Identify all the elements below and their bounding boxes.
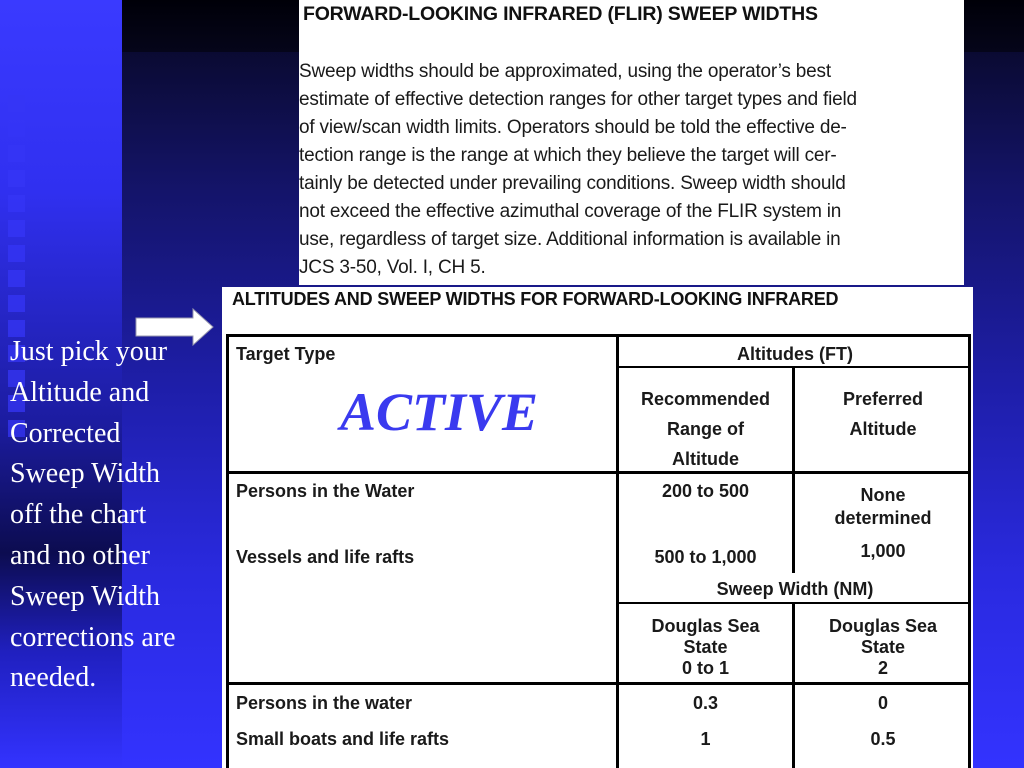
caption-line: Altitude and bbox=[10, 376, 150, 408]
caption-line: Sweep Width bbox=[10, 580, 161, 612]
slide-caption: Just pick your Altitude and Corrected Sw… bbox=[10, 332, 222, 699]
table-row-target: Small boats and life rafts bbox=[236, 729, 450, 749]
flir-body-line: estimate of effective detection ranges f… bbox=[299, 89, 857, 110]
flir-body-line: tection range is the range at which they… bbox=[299, 145, 837, 166]
caption-line: Corrected bbox=[10, 417, 121, 449]
sweep-width-header: Sweep Width (NM) bbox=[716, 579, 874, 599]
flir-body-line: Sweep widths should be approximated, usi… bbox=[299, 61, 831, 82]
sea-state-0-1-header: Douglas Sea State 0 to 1 bbox=[651, 616, 760, 678]
flir-body-line: JCS 3-50, Vol. I, CH 5. bbox=[299, 257, 486, 278]
caption-line: off the chart bbox=[10, 499, 147, 531]
caption-line: and no other bbox=[10, 539, 150, 571]
table-row-recommended: 500 to 1,000 bbox=[654, 547, 757, 567]
table-row-sweep-ss2: 0.5 bbox=[870, 729, 896, 749]
flir-excerpt: FORWARD-LOOKING INFRARED (FLIR) SWEEP WI… bbox=[299, 0, 964, 285]
table-row-recommended: 200 to 500 bbox=[661, 481, 750, 501]
table-row-preferred: None determined bbox=[834, 485, 932, 528]
altitudes-sweep-table: ALTITUDES AND SWEEP WIDTHS FOR FORWARD-L… bbox=[222, 287, 973, 768]
recommended-range-header: Recommended Range of Altitude bbox=[640, 389, 771, 469]
active-highlight: ACTIVE bbox=[340, 382, 539, 442]
table-row-target: Persons in the Water bbox=[236, 481, 415, 501]
table-row-target: Vessels and life rafts bbox=[236, 547, 415, 567]
flir-title: FORWARD-LOOKING INFRARED (FLIR) SWEEP WI… bbox=[303, 3, 818, 25]
flir-body-line: of view/scan width limits. Operators sho… bbox=[299, 117, 847, 138]
caption-line: Just pick your bbox=[10, 336, 168, 367]
preferred-altitude-header: Preferred Altitude bbox=[842, 389, 924, 439]
table-row-sweep-ss01: 0.3 bbox=[692, 693, 719, 713]
flir-body: Sweep widths should be approximated, usi… bbox=[299, 58, 955, 282]
target-type-header: Target Type bbox=[236, 344, 336, 364]
altitudes-header: Altitudes (FT) bbox=[737, 344, 853, 364]
flir-body-line: use, regardless of target size. Addition… bbox=[299, 229, 841, 250]
flir-body-line: tainly be detected under prevailing cond… bbox=[299, 173, 846, 194]
table-row-sweep-ss01: 1 bbox=[700, 729, 711, 749]
flir-body-line: not exceed the effective azimuthal cover… bbox=[299, 201, 842, 222]
caption-line: corrections are bbox=[10, 621, 176, 653]
sea-state-2-header: Douglas Sea State 2 bbox=[828, 616, 938, 678]
table-row-target: Persons in the water bbox=[236, 693, 413, 713]
caption-line: Sweep Width bbox=[10, 458, 161, 490]
table-row-sweep-ss2: 0 bbox=[877, 693, 888, 713]
table-row-preferred: 1,000 bbox=[860, 541, 906, 561]
caption-line: needed. bbox=[10, 662, 97, 694]
